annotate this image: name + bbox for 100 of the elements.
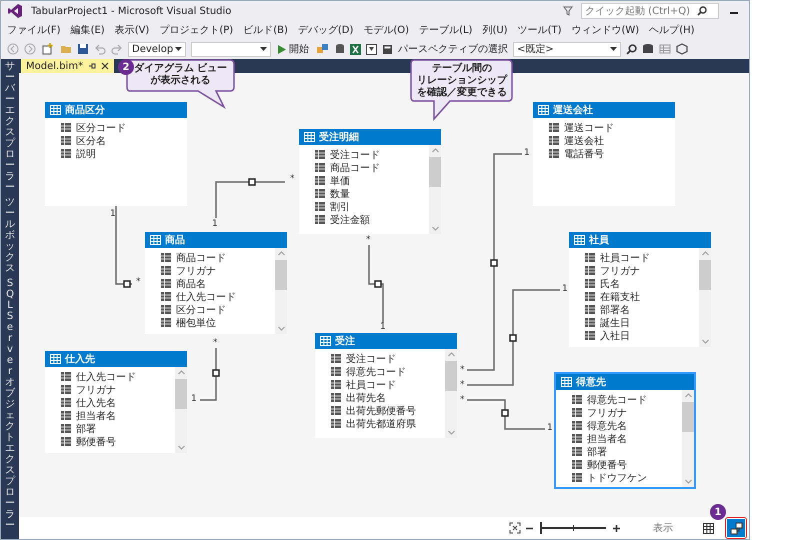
- undo-icon[interactable]: [94, 43, 106, 55]
- zoom-slider[interactable]: [540, 522, 606, 534]
- scroll-down-icon[interactable]: [684, 479, 692, 484]
- scroll-down-icon[interactable]: [432, 226, 438, 231]
- scrollbar-thumb[interactable]: [275, 260, 287, 290]
- table-card[interactable]: 受注明細 受注コード 商品コード 単価 数量 割引 受注金額: [299, 129, 441, 234]
- redo-icon[interactable]: [111, 43, 123, 55]
- new-project-icon[interactable]: [41, 43, 55, 55]
- column-name[interactable]: 得意先名: [587, 418, 627, 432]
- column-name[interactable]: フリガナ: [76, 382, 116, 396]
- scrollbar-thumb[interactable]: [175, 379, 187, 409]
- menu-item[interactable]: 編集(E): [70, 23, 105, 37]
- column-name[interactable]: 担当者名: [587, 432, 627, 446]
- relationship-line[interactable]: [200, 348, 220, 401]
- scrollbar[interactable]: [699, 248, 711, 347]
- sidebar-tab[interactable]: サーバーエクスプローラー: [5, 61, 15, 193]
- database-icon[interactable]: [642, 43, 654, 55]
- column-name[interactable]: 出荷先名: [346, 390, 386, 404]
- table-header[interactable]: 仕入先: [45, 351, 187, 367]
- table-card[interactable]: 社員 社員コード フリガナ 氏名 在籍支社 部署名 誕生日 入社日: [569, 232, 711, 347]
- calculator-icon[interactable]: [382, 44, 393, 54]
- table-card[interactable]: 得意先 得意先コード フリガナ 得意先名 担当者名 部署 郵便番号 トドウフケン: [554, 372, 696, 489]
- close-icon[interactable]: [101, 62, 110, 70]
- column-name[interactable]: 出荷先郵便番号: [346, 404, 416, 418]
- scroll-down-icon[interactable]: [278, 326, 284, 331]
- column-name[interactable]: 商品コード: [176, 250, 226, 264]
- menu-item[interactable]: モデル(O): [363, 23, 410, 37]
- column-name[interactable]: 部署名: [600, 302, 630, 316]
- column-name[interactable]: フリガナ: [176, 264, 216, 278]
- column-name[interactable]: 商品コード: [330, 160, 380, 174]
- quick-launch-field[interactable]: クイック起動 (Ctrl+Q): [581, 3, 719, 19]
- grid-icon[interactable]: [659, 43, 671, 55]
- scroll-down-icon[interactable]: [178, 445, 184, 450]
- forward-icon[interactable]: [24, 43, 36, 55]
- column-name[interactable]: トドウフケン: [587, 470, 647, 484]
- scrollbar-thumb[interactable]: [429, 157, 441, 187]
- search-icon[interactable]: [626, 44, 637, 54]
- excel-icon[interactable]: [350, 44, 361, 54]
- column-name[interactable]: 商品名: [176, 276, 206, 290]
- column-name[interactable]: 梱包単位: [176, 316, 216, 330]
- scrollbar[interactable]: [445, 349, 457, 438]
- column-name[interactable]: 運送コード: [564, 120, 614, 134]
- scroll-up-icon[interactable]: [702, 251, 708, 256]
- scrollbar-thumb[interactable]: [682, 402, 694, 432]
- table-card[interactable]: 受注 受注コード 得意先コード 社員コード 出荷先名 出荷先郵便番号 出荷先都道府県: [315, 333, 457, 438]
- toolbar-tool-icon[interactable]: [316, 43, 330, 55]
- column-name[interactable]: 受注コード: [346, 352, 396, 366]
- table-header[interactable]: 社員: [569, 232, 711, 248]
- column-name[interactable]: 電話番号: [564, 146, 604, 160]
- scroll-up-icon[interactable]: [684, 393, 692, 398]
- column-name[interactable]: 担当者名: [76, 408, 116, 422]
- scrollbar[interactable]: [175, 367, 187, 453]
- menu-item[interactable]: プロジェクト(P): [159, 23, 234, 37]
- column-name[interactable]: 仕入先コード: [76, 370, 136, 384]
- filter-box-icon[interactable]: [366, 44, 377, 54]
- menu-item[interactable]: ビルド(B): [243, 23, 288, 37]
- filter-icon[interactable]: [563, 6, 573, 16]
- column-name[interactable]: 運送会社: [564, 134, 604, 148]
- menu-item[interactable]: 表示(V): [114, 23, 150, 37]
- configuration-dropdown[interactable]: Develop: [128, 42, 186, 56]
- column-name[interactable]: 受注コード: [330, 148, 380, 162]
- column-name[interactable]: 数量: [330, 186, 350, 200]
- folder-icon[interactable]: [60, 43, 72, 55]
- column-name[interactable]: 得意先コード: [346, 364, 406, 378]
- table-card[interactable]: 運送会社 運送コード 運送会社 電話番号: [533, 102, 675, 206]
- save-icon[interactable]: [77, 43, 89, 55]
- platform-dropdown[interactable]: [191, 42, 271, 56]
- column-name[interactable]: 誕生日: [600, 316, 630, 330]
- column-name[interactable]: 得意先コード: [587, 392, 647, 406]
- scrollbar-thumb[interactable]: [445, 361, 457, 391]
- table-card[interactable]: 商品区分 区分コード 区分名 説明: [45, 102, 187, 206]
- column-name[interactable]: 仕入先名: [76, 396, 116, 410]
- table-header[interactable]: 受注明細: [299, 129, 441, 145]
- table-header[interactable]: 得意先: [556, 374, 694, 390]
- cube-icon[interactable]: [676, 43, 688, 55]
- document-tab[interactable]: Model.bim*: [21, 59, 114, 73]
- column-name[interactable]: 郵便番号: [76, 434, 116, 448]
- column-name[interactable]: フリガナ: [600, 264, 640, 278]
- column-name[interactable]: 入社日: [600, 328, 630, 342]
- sidebar-tab[interactable]: SQL Server オブジェクトエクスプローラー: [5, 278, 15, 531]
- menu-item[interactable]: ヘルプ(H): [649, 23, 695, 37]
- menu-item[interactable]: ツール(T): [518, 23, 562, 37]
- menu-item[interactable]: ウィンドウ(W): [571, 23, 640, 37]
- table-card[interactable]: 仕入先 仕入先コード フリガナ 仕入先名 担当者名 部署 郵便番号: [45, 351, 187, 453]
- pin-icon[interactable]: [88, 62, 96, 70]
- column-name[interactable]: 区分名: [76, 134, 106, 148]
- menu-item[interactable]: ファイル(F): [7, 23, 61, 37]
- column-name[interactable]: 部署: [76, 422, 96, 436]
- column-name[interactable]: 区分コード: [176, 302, 226, 316]
- table-header[interactable]: 受注: [315, 333, 457, 349]
- sidebar-tab[interactable]: ツールボックス: [5, 197, 15, 274]
- column-name[interactable]: 氏名: [600, 276, 620, 290]
- column-name[interactable]: 単価: [330, 174, 350, 188]
- scrollbar[interactable]: [682, 390, 694, 487]
- table-card[interactable]: 商品 商品コード フリガナ 商品名 仕入先コード 区分コード 梱包単位: [145, 232, 287, 334]
- scroll-up-icon[interactable]: [432, 148, 438, 153]
- column-name[interactable]: 在籍支社: [600, 290, 640, 304]
- database-icon[interactable]: [335, 43, 345, 55]
- table-header[interactable]: 商品区分: [45, 102, 187, 118]
- fit-to-window-icon[interactable]: [509, 522, 521, 534]
